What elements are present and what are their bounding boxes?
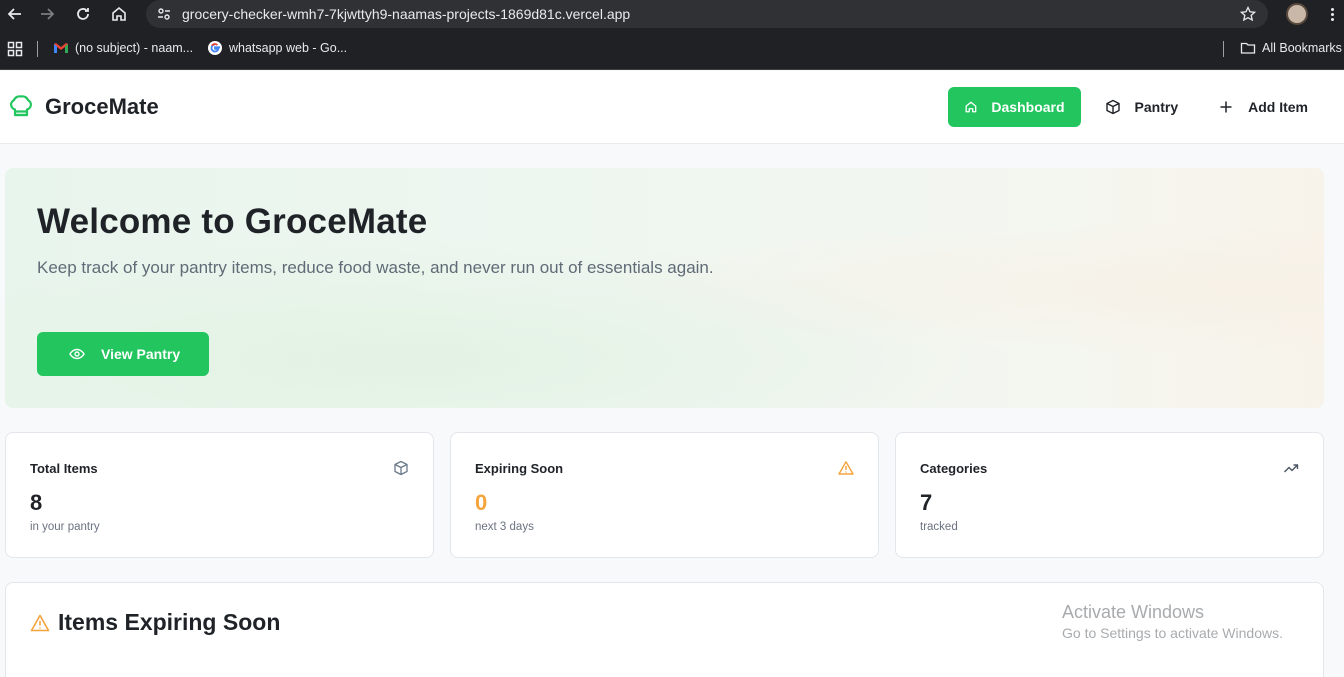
package-icon bbox=[1105, 99, 1120, 115]
stat-value: 7 bbox=[920, 490, 933, 515]
reload-button[interactable] bbox=[68, 0, 98, 28]
reload-icon bbox=[77, 8, 89, 20]
chef-hat-icon bbox=[10, 95, 32, 117]
apps-grid-icon[interactable] bbox=[7, 41, 23, 57]
plus-icon bbox=[1220, 101, 1232, 113]
forward-button[interactable] bbox=[32, 0, 62, 28]
site-settings-icon[interactable] bbox=[146, 6, 182, 22]
app-logo[interactable]: GroceMate bbox=[7, 93, 159, 121]
activate-windows-watermark: Activate Windows Go to Settings to activ… bbox=[1062, 602, 1283, 641]
bookmark-star-icon[interactable] bbox=[1240, 6, 1256, 22]
profile-avatar[interactable] bbox=[1286, 3, 1308, 25]
home-icon bbox=[965, 101, 976, 113]
nav-add-item[interactable]: Add Item bbox=[1202, 87, 1324, 127]
warning-icon bbox=[30, 614, 50, 631]
stat-value: 0 bbox=[475, 490, 488, 515]
stat-card-expiring-soon: Expiring Soon 0 next 3 days bbox=[450, 432, 879, 558]
hero-title: Welcome to GroceMate bbox=[37, 202, 428, 241]
nav-dashboard[interactable]: Dashboard bbox=[947, 87, 1081, 127]
app-name: GroceMate bbox=[45, 94, 159, 119]
stat-card-total-items: Total Items 8 in your pantry bbox=[5, 432, 434, 558]
stat-subtitle: tracked bbox=[920, 521, 958, 533]
stat-subtitle: in your pantry bbox=[30, 521, 100, 533]
bookmark-gmail[interactable]: (no subject) - naam... bbox=[53, 40, 193, 56]
address-bar[interactable]: grocery-checker-wmh7-7kjwttyh9-naamas-pr… bbox=[146, 0, 1268, 28]
nav-pantry[interactable]: Pantry bbox=[1089, 87, 1195, 127]
package-icon bbox=[394, 460, 408, 476]
stat-card-categories: Categories 7 tracked bbox=[895, 432, 1324, 558]
hero-subtitle: Keep track of your pantry items, reduce … bbox=[37, 258, 714, 277]
stat-value: 8 bbox=[30, 490, 43, 515]
bookmarks-bar: (no subject) - naam... whatsapp web - Go… bbox=[0, 28, 1344, 70]
bookmark-divider bbox=[1223, 41, 1224, 57]
home-button[interactable] bbox=[104, 0, 134, 28]
arrow-right-icon bbox=[41, 8, 55, 20]
browser-toolbar: grocery-checker-wmh7-7kjwttyh9-naamas-pr… bbox=[0, 0, 1344, 28]
gmail-icon bbox=[54, 43, 68, 53]
stat-subtitle: next 3 days bbox=[475, 521, 534, 533]
eye-icon bbox=[69, 348, 85, 360]
browser-menu-button[interactable] bbox=[1320, 0, 1344, 28]
view-pantry-button[interactable]: View Pantry bbox=[37, 332, 209, 376]
stat-title: Categories bbox=[920, 461, 988, 476]
home-icon bbox=[112, 6, 126, 21]
app-root: GroceMate Dashboard Pantry Add Item Welc… bbox=[0, 71, 1344, 677]
arrow-left-icon bbox=[7, 8, 21, 20]
main-nav: Dashboard Pantry Add Item bbox=[947, 87, 1324, 127]
warning-icon bbox=[838, 461, 854, 475]
back-button[interactable] bbox=[0, 0, 30, 28]
all-bookmarks[interactable]: All Bookmarks bbox=[1240, 40, 1342, 56]
trending-up-icon bbox=[1284, 464, 1299, 473]
bookmark-divider bbox=[37, 41, 38, 57]
url-text[interactable]: grocery-checker-wmh7-7kjwttyh9-naamas-pr… bbox=[182, 6, 630, 22]
stat-title: Total Items bbox=[30, 461, 98, 476]
folder-icon bbox=[1240, 42, 1256, 54]
stat-title: Expiring Soon bbox=[475, 461, 564, 476]
bookmark-whatsapp[interactable]: whatsapp web - Go... bbox=[207, 40, 347, 56]
welcome-hero: Welcome to GroceMate Keep track of your … bbox=[5, 168, 1324, 408]
app-header: GroceMate Dashboard Pantry Add Item bbox=[0, 71, 1344, 144]
expiring-soon-heading: Items Expiring Soon bbox=[30, 609, 280, 636]
google-icon bbox=[208, 41, 222, 55]
